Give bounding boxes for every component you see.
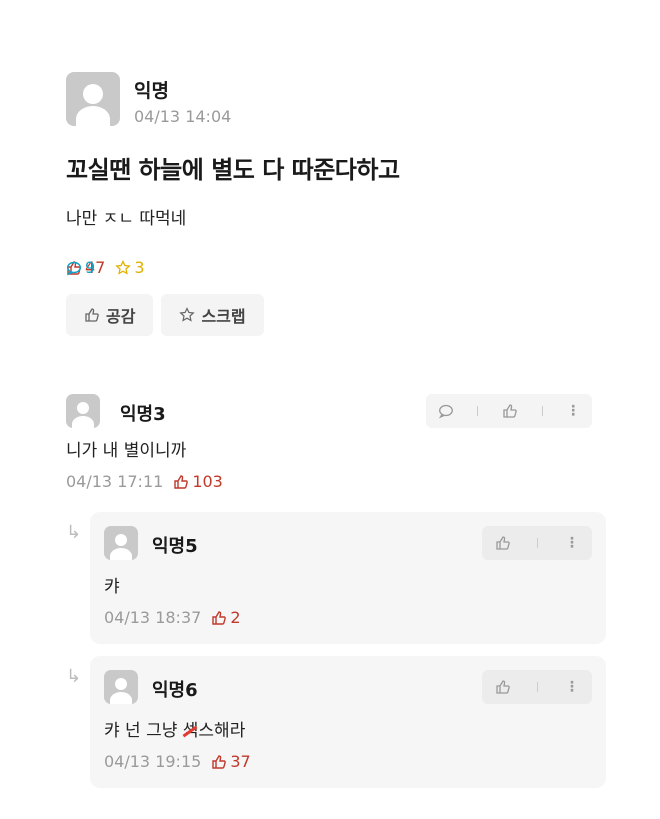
reply-author: 익명5 — [152, 536, 198, 557]
reply-meta: 04/13 19:15 37 — [104, 752, 251, 771]
post-author: 익명 — [134, 80, 169, 102]
comment-author: 익명3 — [120, 404, 166, 425]
post-title: 꼬실땐 하늘에 별도 다 따준다하고 — [66, 156, 400, 184]
reply-toolbar: ⋮ — [482, 526, 592, 560]
reply: 익명5 ⋮ 캬 04/13 18:37 2 — [90, 512, 606, 644]
reply-text-struck: 섹 — [182, 721, 199, 741]
avatar — [66, 394, 100, 428]
comment-meta: 04/13 17:11 103 — [66, 472, 223, 491]
reply-date: 04/13 19:15 — [104, 752, 202, 771]
reply-text-before: 캬 넌 그냥 — [104, 721, 183, 741]
like-button[interactable]: 공감 — [66, 294, 154, 336]
thumbs-up-icon — [85, 308, 99, 322]
reply-text: 캬 — [104, 577, 120, 597]
more-vertical-icon[interactable]: ⋮ — [565, 535, 579, 551]
reply: 익명6 ⋮ 캬 넌 그냥 섹스해라 04/13 19:15 37 — [90, 656, 606, 788]
avatar — [66, 72, 120, 126]
avatar — [104, 526, 138, 560]
comment-bubble-icon[interactable] — [438, 403, 454, 419]
more-vertical-icon[interactable]: ⋮ — [565, 679, 579, 695]
reply-text-after: 스해라 — [198, 721, 246, 741]
comment: 익명3 ⋮ 니가 내 별이니까 04/13 17:11 103 — [66, 392, 596, 502]
star-icon — [115, 259, 132, 275]
thumbs-up-icon — [212, 754, 227, 769]
thumbs-up-icon — [212, 610, 227, 625]
post-date: 04/13 14:04 — [134, 107, 232, 126]
reply-arrow-icon: ↳ — [66, 522, 82, 543]
avatar — [104, 670, 138, 704]
reply-toolbar: ⋮ — [482, 670, 592, 704]
reply-author: 익명6 — [152, 680, 198, 701]
comment-like-count: 103 — [173, 472, 223, 491]
post-stats: 47 9 3 — [66, 258, 145, 277]
thumbs-up-icon — [174, 474, 189, 489]
thumbs-up-icon[interactable] — [495, 679, 511, 695]
scrap-count: 3 — [115, 258, 145, 277]
comment-date: 04/13 17:11 — [66, 472, 164, 491]
post-actions: 공감 스크랩 — [66, 294, 264, 336]
scrap-button[interactable]: 스크랩 — [161, 294, 264, 336]
star-icon — [179, 307, 196, 322]
reply-text: 캬 넌 그냥 섹스해라 — [104, 716, 245, 741]
comment-text: 니가 내 별이니까 — [66, 441, 187, 461]
reply-meta: 04/13 18:37 2 — [104, 608, 241, 627]
comment-count: 9 — [66, 258, 95, 277]
thumbs-up-icon[interactable] — [502, 403, 518, 419]
reply-arrow-icon: ↳ — [66, 666, 82, 687]
thumbs-up-icon[interactable] — [495, 535, 511, 551]
comment-bubble-icon — [66, 261, 82, 275]
comment-toolbar: ⋮ — [426, 394, 592, 428]
more-vertical-icon[interactable]: ⋮ — [566, 403, 580, 419]
page: 익명 04/13 14:04 꼬실땐 하늘에 별도 다 따준다하고 나만 ㅈㄴ … — [0, 0, 660, 819]
reply-like-count: 2 — [211, 608, 241, 627]
reply-like-count: 37 — [211, 752, 251, 771]
post-body: 나만 ㅈㄴ 따먹네 — [66, 209, 187, 229]
reply-date: 04/13 18:37 — [104, 608, 202, 627]
